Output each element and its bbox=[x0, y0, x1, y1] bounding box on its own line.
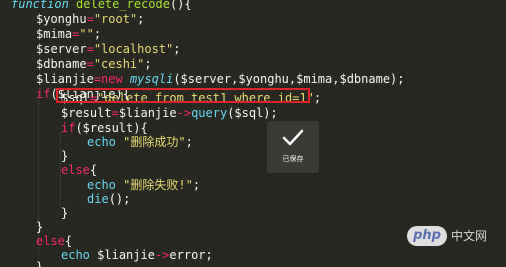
sql-highlight-box bbox=[56, 88, 310, 103]
code-text: ($server,$yonghu,$mima,$dbname); bbox=[173, 72, 405, 86]
method-name: query bbox=[191, 106, 228, 120]
code-text: ; bbox=[137, 12, 145, 26]
keyword-new: new bbox=[101, 72, 123, 86]
code-line-9: $result=$lianjie->query($sql); bbox=[61, 105, 278, 121]
checkmark-icon bbox=[267, 125, 319, 151]
operator: -> bbox=[154, 248, 170, 262]
code-text: ($sql); bbox=[227, 106, 278, 120]
code-text: ; bbox=[93, 27, 102, 41]
property-name: error bbox=[169, 248, 206, 262]
function-name: delete_recode bbox=[76, 0, 170, 11]
code-text: ; bbox=[205, 248, 213, 262]
code-text: } bbox=[61, 206, 69, 220]
code-text: ($result){ bbox=[75, 121, 148, 135]
code-text: { bbox=[64, 234, 73, 248]
keyword-else: else bbox=[61, 163, 90, 177]
php-logo: php bbox=[407, 226, 447, 246]
code-text: ; bbox=[313, 91, 322, 105]
variable: $server bbox=[36, 42, 87, 56]
code-text: ; bbox=[192, 178, 201, 192]
keyword-echo: echo bbox=[87, 135, 116, 149]
string-literal: "" bbox=[79, 27, 94, 41]
saved-toast: 已保存 bbox=[267, 121, 319, 173]
watermark-text: 中文网 bbox=[451, 229, 488, 243]
function-call: die bbox=[87, 192, 109, 206]
code-text: { bbox=[89, 163, 98, 177]
code-text: ; bbox=[185, 135, 193, 149]
code-line-11: echo "删除成功"; bbox=[87, 134, 193, 150]
keyword-else: else bbox=[36, 234, 65, 248]
operator: = bbox=[86, 57, 94, 71]
code-line-15: die(); bbox=[87, 191, 130, 207]
operator: = bbox=[93, 72, 102, 86]
keyword-if: if bbox=[61, 121, 76, 135]
code-line-6: $lianjie=new mysqli($server,$yonghu,$mim… bbox=[36, 71, 405, 87]
variable: $lianjie bbox=[97, 248, 155, 262]
code-line-4: $server="localhost"; bbox=[36, 41, 181, 57]
string-literal: "ceshi" bbox=[93, 57, 145, 71]
code-line-13: else{ bbox=[61, 162, 97, 178]
operator: = bbox=[86, 42, 94, 56]
keyword-if: if bbox=[36, 87, 51, 101]
code-editor[interactable]: function delete_recode(){ $yonghu="root"… bbox=[0, 0, 506, 267]
string-literal: "root" bbox=[93, 12, 138, 26]
operator: = bbox=[86, 12, 94, 26]
operator: = bbox=[111, 106, 119, 120]
code-line-2: $yonghu="root"; bbox=[36, 11, 144, 27]
string-literal: "删除成功" bbox=[123, 135, 186, 149]
string-literal: "localhost" bbox=[93, 42, 174, 56]
code-line-5: $dbname="ceshi"; bbox=[36, 56, 152, 72]
code-text: } bbox=[61, 149, 69, 163]
variable: $lianjie bbox=[36, 72, 94, 86]
site-watermark: php 中文网 bbox=[407, 226, 499, 246]
code-text: } bbox=[36, 260, 44, 267]
class-name: mysqli bbox=[129, 72, 174, 86]
code-text: (){ bbox=[169, 0, 192, 11]
code-text: (); bbox=[108, 192, 131, 206]
keyword-echo: echo bbox=[61, 248, 90, 262]
code-line-19: echo $lianjie->error; bbox=[61, 247, 213, 263]
string-literal: "删除失败!" bbox=[123, 178, 193, 192]
code-line-20: } bbox=[36, 259, 43, 267]
code-line-3: $mima=""; bbox=[36, 26, 101, 42]
variable: $mima bbox=[36, 27, 73, 41]
variable: $result bbox=[61, 106, 112, 120]
code-text: } bbox=[36, 220, 44, 234]
operator: -> bbox=[176, 106, 192, 120]
variable: $yonghu bbox=[36, 12, 87, 26]
variable: $lianjie bbox=[118, 106, 177, 120]
code-text: ; bbox=[144, 57, 152, 71]
keyword-function: function bbox=[11, 0, 69, 11]
variable: $dbname bbox=[36, 57, 87, 71]
keyword-echo: echo bbox=[87, 178, 116, 192]
code-line-16: } bbox=[61, 205, 68, 221]
toast-label: 已保存 bbox=[282, 155, 304, 163]
code-text: ; bbox=[173, 42, 181, 56]
